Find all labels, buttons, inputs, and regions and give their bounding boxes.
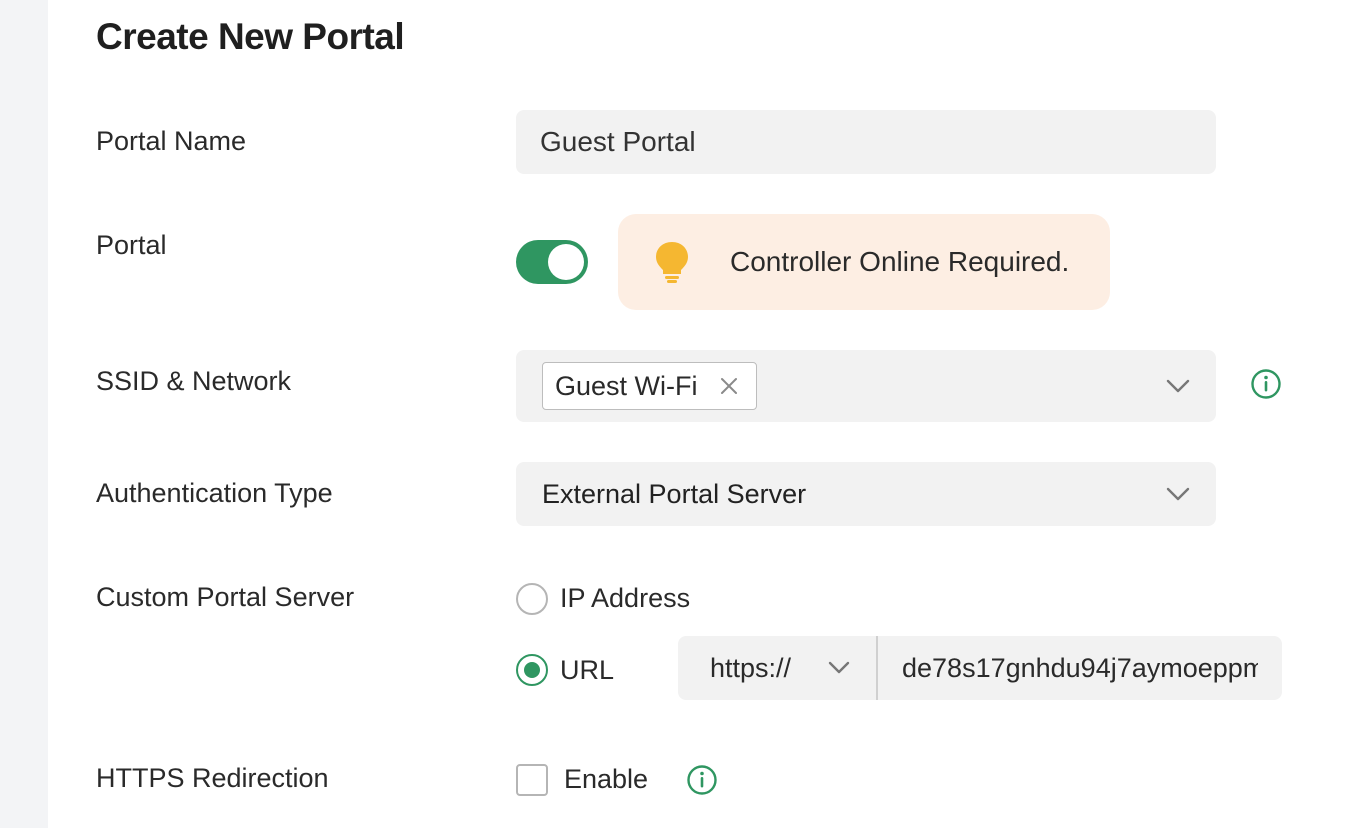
ssid-chip-label: Guest Wi-Fi bbox=[555, 370, 698, 401]
url-radio[interactable] bbox=[516, 654, 548, 686]
ip-address-radio[interactable] bbox=[516, 583, 548, 615]
auth-type-label: Authentication Type bbox=[96, 478, 333, 508]
ssid-info-icon[interactable] bbox=[1250, 368, 1282, 400]
controller-notice: Controller Online Required. bbox=[618, 214, 1110, 310]
ssid-select[interactable]: Guest Wi-Fi bbox=[516, 350, 1216, 422]
url-label[interactable]: URL bbox=[560, 655, 614, 686]
https-redirection-checkbox[interactable] bbox=[516, 764, 548, 796]
ssid-chip: Guest Wi-Fi bbox=[542, 362, 757, 410]
portal-name-label: Portal Name bbox=[96, 126, 247, 156]
portal-label: Portal bbox=[96, 230, 167, 260]
chevron-down-icon bbox=[1166, 487, 1190, 501]
chevron-down-icon bbox=[828, 661, 850, 674]
ssid-label: SSID & Network bbox=[96, 366, 292, 396]
auth-type-select[interactable]: External Portal Server bbox=[516, 462, 1216, 526]
protocol-value: https:// bbox=[710, 652, 792, 683]
notice-text: Controller Online Required. bbox=[730, 246, 1070, 277]
portal-toggle[interactable] bbox=[516, 240, 588, 284]
toggle-knob bbox=[548, 244, 584, 280]
https-redirection-label: HTTPS Redirection bbox=[96, 763, 329, 793]
https-info-icon[interactable] bbox=[686, 764, 718, 796]
page-title: Create New Portal bbox=[96, 16, 405, 57]
custom-server-label: Custom Portal Server bbox=[96, 582, 355, 612]
close-icon[interactable] bbox=[720, 377, 738, 395]
auth-type-value: External Portal Server bbox=[542, 478, 807, 509]
protocol-select[interactable]: https:// bbox=[678, 636, 878, 700]
portal-name-value: Guest Portal bbox=[540, 126, 696, 157]
lightbulb-icon bbox=[656, 242, 688, 283]
url-value: de78s17gnhdu94j7aymoeppm bbox=[902, 652, 1258, 683]
enable-label[interactable]: Enable bbox=[564, 764, 648, 795]
portal-name-input[interactable]: Guest Portal bbox=[516, 110, 1216, 174]
url-input-group: https:// de78s17gnhdu94j7aymoeppm bbox=[678, 636, 1282, 700]
chevron-down-icon bbox=[1166, 379, 1190, 393]
url-input[interactable]: de78s17gnhdu94j7aymoeppm bbox=[902, 636, 1258, 700]
ip-address-label[interactable]: IP Address bbox=[560, 583, 690, 614]
